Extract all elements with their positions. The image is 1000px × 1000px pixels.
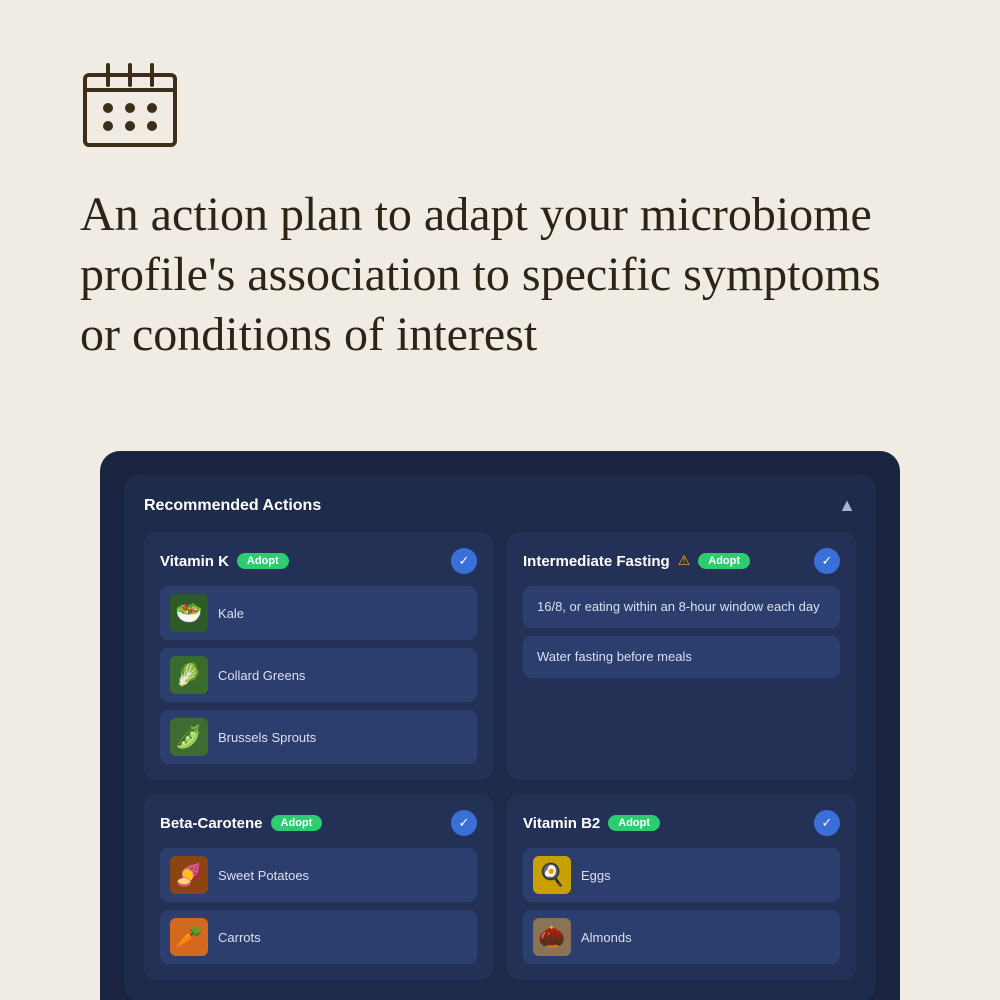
brussels-sprouts-item: 🫛 Brussels Sprouts: [160, 710, 477, 764]
calendar-icon: [80, 60, 180, 150]
vitamin-k-card: Vitamin K Adopt ✓ 🥗 Kale 🥬 Collard Green…: [144, 532, 493, 780]
fasting-title-row: Intermediate Fasting ⚠ Adopt: [523, 553, 750, 570]
kale-thumb: 🥗: [170, 594, 208, 632]
sweet-potato-thumb: 🍠: [170, 856, 208, 894]
collard-greens-item: 🥬 Collard Greens: [160, 648, 477, 702]
cards-grid: Vitamin K Adopt ✓ 🥗 Kale 🥬 Collard Green…: [144, 532, 856, 980]
fasting-item-1: 16/8, or eating within an 8-hour window …: [523, 586, 840, 628]
almonds-thumb: 🌰: [533, 918, 571, 956]
vitamin-b2-check[interactable]: ✓: [814, 810, 840, 836]
eggs-item: 🍳 Eggs: [523, 848, 840, 902]
vitamin-b2-title: Vitamin B2: [523, 815, 600, 832]
beta-carotene-check[interactable]: ✓: [451, 810, 477, 836]
carrots-item: 🥕 Carrots: [160, 910, 477, 964]
fasting-card: Intermediate Fasting ⚠ Adopt ✓ 16/8, or …: [507, 532, 856, 780]
recommended-actions-panel: Recommended Actions ▲ Vitamin K Adopt ✓ …: [124, 475, 876, 1000]
top-section: An action plan to adapt your microbiome …: [0, 0, 1000, 405]
fasting-badge[interactable]: Adopt: [698, 553, 750, 569]
beta-carotene-badge[interactable]: Adopt: [271, 815, 323, 831]
collard-thumb: 🥬: [170, 656, 208, 694]
collapse-button[interactable]: ▲: [838, 495, 856, 516]
vitamin-k-badge[interactable]: Adopt: [237, 553, 289, 569]
eggs-label: Eggs: [581, 868, 611, 883]
brussels-thumb: 🫛: [170, 718, 208, 756]
vitamin-b2-badge[interactable]: Adopt: [608, 815, 660, 831]
card-title-row: Vitamin K Adopt: [160, 553, 289, 570]
almonds-item: 🌰 Almonds: [523, 910, 840, 964]
vitamin-k-check[interactable]: ✓: [451, 548, 477, 574]
fasting-text-1: 16/8, or eating within an 8-hour window …: [537, 599, 820, 614]
fasting-card-header: Intermediate Fasting ⚠ Adopt ✓: [523, 548, 840, 574]
beta-carotene-card: Beta-Carotene Adopt ✓ 🍠 Sweet Potatoes 🥕…: [144, 794, 493, 980]
brussels-sprouts-label: Brussels Sprouts: [218, 730, 316, 745]
fasting-title: Intermediate Fasting: [523, 553, 670, 570]
collard-greens-label: Collard Greens: [218, 668, 305, 683]
panel-title: Recommended Actions: [144, 497, 321, 515]
beta-carotene-header: Beta-Carotene Adopt ✓: [160, 810, 477, 836]
fasting-text-2: Water fasting before meals: [537, 649, 692, 664]
carrots-label: Carrots: [218, 930, 261, 945]
vitamin-b2-title-row: Vitamin B2 Adopt: [523, 815, 660, 832]
kale-label: Kale: [218, 606, 244, 621]
headline: An action plan to adapt your microbiome …: [80, 185, 920, 365]
almonds-label: Almonds: [581, 930, 632, 945]
vitamin-b2-header: Vitamin B2 Adopt ✓: [523, 810, 840, 836]
eggs-thumb: 🍳: [533, 856, 571, 894]
sweet-potatoes-label: Sweet Potatoes: [218, 868, 309, 883]
fasting-item-2: Water fasting before meals: [523, 636, 840, 678]
vitamin-k-title: Vitamin K: [160, 553, 229, 570]
card-header: Vitamin K Adopt ✓: [160, 548, 477, 574]
kale-item: 🥗 Kale: [160, 586, 477, 640]
beta-carotene-title: Beta-Carotene: [160, 815, 263, 832]
fasting-check[interactable]: ✓: [814, 548, 840, 574]
beta-carotene-title-row: Beta-Carotene Adopt: [160, 815, 322, 832]
device-mockup: Recommended Actions ▲ Vitamin K Adopt ✓ …: [100, 451, 900, 1000]
sweet-potatoes-item: 🍠 Sweet Potatoes: [160, 848, 477, 902]
panel-header: Recommended Actions ▲: [144, 495, 856, 516]
carrots-thumb: 🥕: [170, 918, 208, 956]
vitamin-b2-card: Vitamin B2 Adopt ✓ 🍳 Eggs 🌰 Almonds: [507, 794, 856, 980]
warning-icon: ⚠: [678, 553, 691, 570]
